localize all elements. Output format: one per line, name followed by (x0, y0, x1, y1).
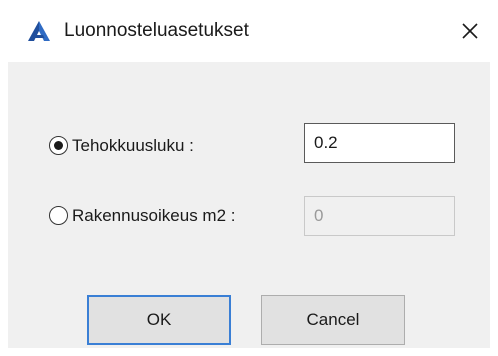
rakennusoikeus-input: 0 (304, 196, 455, 236)
dialog-client-area: Tehokkuusluku : 0.2 Rakennusoikeus m2 : … (8, 62, 490, 348)
ok-button[interactable]: OK (87, 295, 231, 345)
tehokkuusluku-input[interactable]: 0.2 (304, 123, 455, 163)
close-icon[interactable] (456, 17, 484, 45)
radio-label-rakennusoikeus: Rakennusoikeus m2 : (72, 206, 236, 225)
radio-button-rakennusoikeus[interactable] (49, 206, 68, 225)
radio-label-tehokkuusluku: Tehokkuusluku : (72, 136, 194, 155)
cancel-button[interactable]: Cancel (261, 295, 405, 345)
app-logo-icon (28, 21, 50, 41)
dialog-window: Luonnosteluasetukset Tehokkuusluku : 0.2… (0, 0, 498, 356)
radio-button-tehokkuusluku[interactable] (49, 136, 68, 155)
title-bar[interactable]: Luonnosteluasetukset (0, 0, 498, 62)
dialog-title: Luonnosteluasetukset (64, 20, 249, 41)
radio-option-tehokkuusluku[interactable]: Tehokkuusluku : (49, 134, 249, 158)
radio-option-rakennusoikeus[interactable]: Rakennusoikeus m2 : (49, 204, 289, 228)
